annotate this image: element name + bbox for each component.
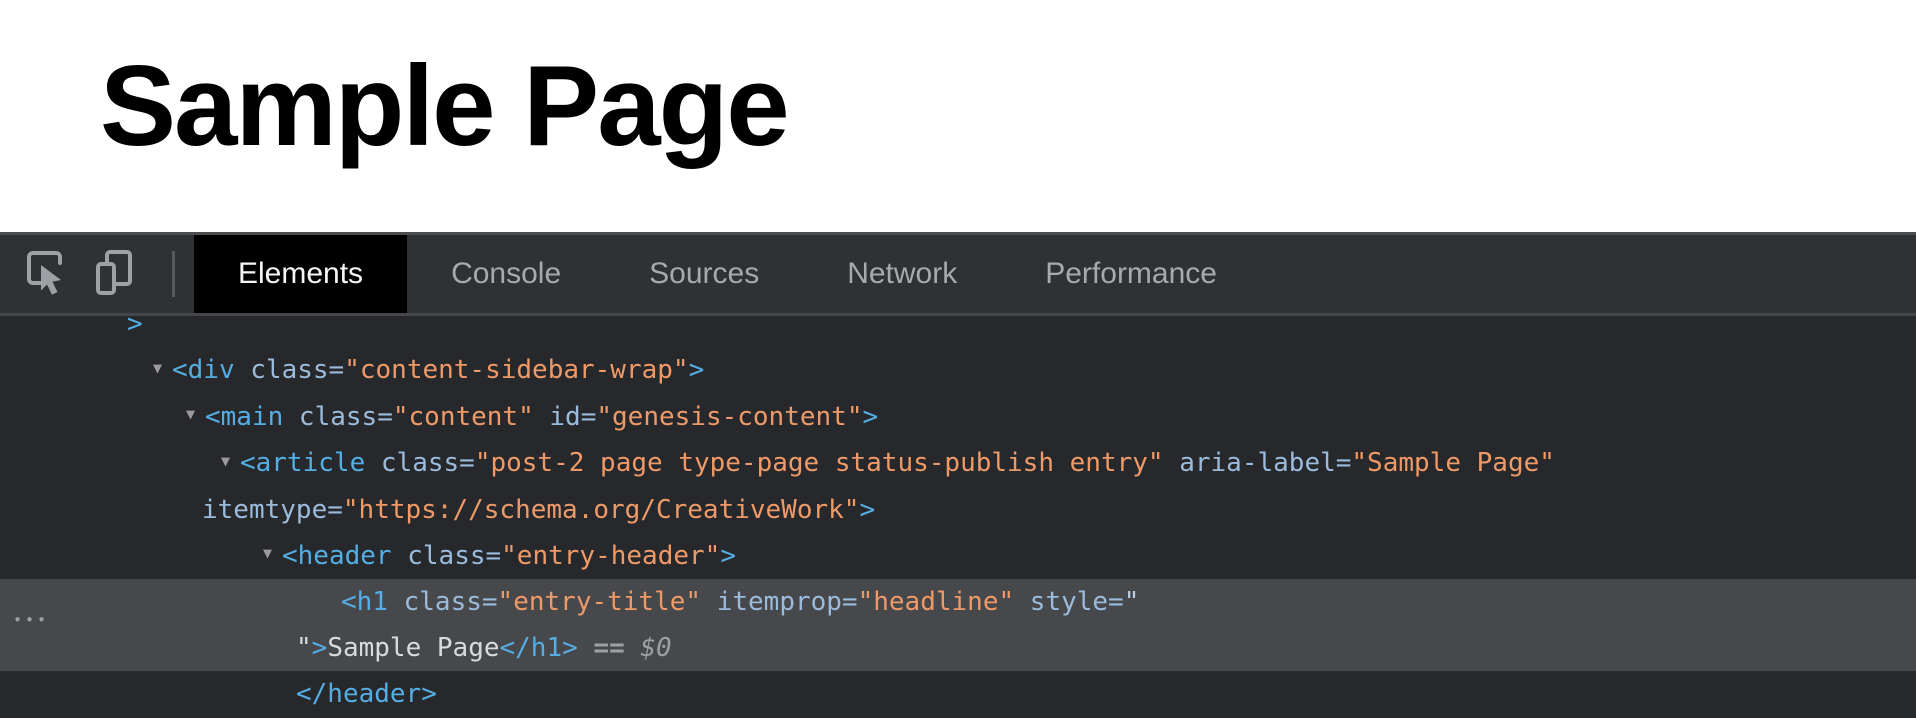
code-token-val: "post-2 page type-page status-publish en…: [474, 448, 1164, 478]
code-token-tag: >: [862, 401, 879, 432]
toggle-device-toolbar-button[interactable]: [94, 248, 134, 301]
code-token-attr: class=: [391, 540, 502, 571]
code-token-attr: class=: [365, 448, 475, 478]
code-token-attr: class=: [283, 401, 393, 432]
code-token-val: "content": [392, 401, 534, 432]
page-viewport: Sample Page: [0, 0, 1916, 232]
code-token-tag: >: [127, 316, 143, 339]
disclosure-triangle-icon[interactable]: ▼: [186, 391, 205, 437]
code-token-wq: ": [296, 633, 312, 663]
code-token-tag: >: [311, 633, 328, 663]
code-token-tag: <h1: [341, 587, 388, 617]
disclosure-triangle-icon[interactable]: ▼: [221, 438, 240, 484]
disclosure-triangle-icon[interactable]: ▼: [263, 530, 282, 576]
code-token-val: "https://schema.org/CreativeWork": [342, 494, 860, 525]
elements-tree: > ▼ <div class="content-sidebar-wrap"> ▼ <ma…: [0, 316, 1916, 718]
dom-tree-node[interactable]: itemtype="https://schema.org/CreativeWor…: [0, 487, 1916, 533]
code-token-attr: style=: [1014, 587, 1124, 617]
code-token-attr: class=: [234, 355, 345, 385]
tab-network[interactable]: Network: [803, 235, 1001, 313]
inspect-element-button[interactable]: [24, 248, 68, 301]
dom-tree: > ▼ <div class="content-sidebar-wrap"> ▼ <ma…: [0, 316, 1916, 717]
code-token-val: "genesis-content": [596, 401, 863, 432]
code-token-attr: class=: [387, 587, 498, 617]
code-token-eq: ==: [577, 633, 641, 663]
devtools-panel: Elements Console Sources Network Performance…: [0, 232, 1916, 718]
devtools-tabs: Elements Console Sources Network Performance: [194, 235, 1261, 313]
dom-tree-node[interactable]: <h1 class="entry-title" itemprop="headli…: [0, 579, 1916, 625]
code-token-tag: >: [859, 494, 876, 525]
code-token-val: "headline": [857, 587, 1015, 617]
tab-performance[interactable]: Performance: [1001, 235, 1261, 313]
code-token-tag: <div: [172, 355, 235, 385]
tab-elements[interactable]: Elements: [194, 235, 408, 313]
code-token-attr: itemprop=: [701, 587, 858, 617]
dom-tree-node[interactable]: ▼ <header class="entry-header">: [0, 533, 1916, 580]
code-token-tag: <header: [282, 540, 392, 571]
inspect-element-icon: [24, 248, 68, 301]
code-token-val: "entry-header": [501, 540, 721, 571]
code-token-tag: <article: [240, 448, 366, 478]
dom-tree-node[interactable]: ▼ <main class="content" id="genesis-conte…: [0, 394, 1916, 441]
dom-tree-node[interactable]: </header>: [0, 671, 1916, 717]
more-actions-icon[interactable]: •••: [13, 611, 49, 629]
tab-console[interactable]: Console: [407, 235, 605, 313]
tab-sources[interactable]: Sources: [605, 235, 803, 313]
code-token-tag: >: [688, 355, 705, 385]
device-toolbar-icon: [94, 248, 134, 301]
code-token-lq: ": [1123, 587, 1140, 617]
code-token-attr: itemtype=: [202, 494, 343, 525]
devtools-toolbar: Elements Console Sources Network Performance: [0, 235, 1916, 316]
code-token-tag: >: [720, 540, 736, 571]
dom-tree-node[interactable]: ▼ <div class="content-sidebar-wrap">: [0, 347, 1916, 394]
screen: Sample Page Elements Console Sources Net…: [0, 0, 1916, 718]
code-token-tag: </h1>: [499, 633, 578, 663]
code-token-attr: id=: [533, 401, 597, 432]
code-token-val: "entry-title": [497, 587, 702, 617]
dom-tree-node[interactable]: ">Sample Page</h1> == $0: [0, 625, 1916, 671]
dom-tree-node[interactable]: ▼ <article class="post-2 page type-page s…: [0, 440, 1916, 487]
code-token-tag: </header>: [296, 679, 437, 709]
code-token-dollar: $0: [640, 633, 672, 663]
dom-tree-node[interactable]: >: [0, 316, 1916, 347]
toolbar-divider: [172, 251, 175, 297]
code-token-plain: Sample Page: [327, 633, 500, 663]
disclosure-triangle-icon[interactable]: ▼: [153, 345, 172, 391]
code-token-tag: <main: [205, 401, 284, 432]
code-token-val: "content-sidebar-wrap": [344, 355, 689, 385]
page-title: Sample Page: [100, 43, 790, 170]
code-token-attr: aria-label=: [1163, 448, 1352, 478]
code-token-val: "Sample Page": [1351, 448, 1555, 478]
